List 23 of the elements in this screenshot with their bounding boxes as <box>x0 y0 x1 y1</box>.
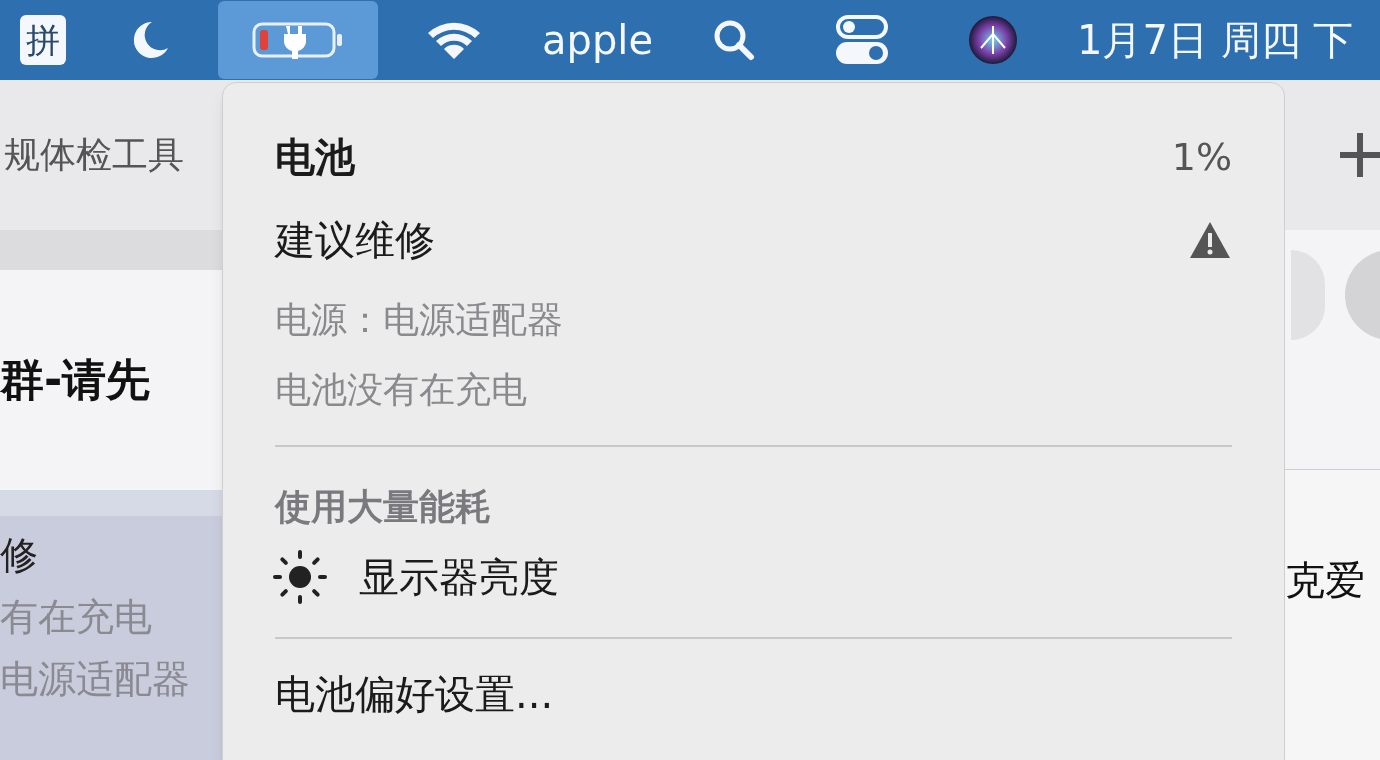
menu-bar-text[interactable]: apple <box>530 1 665 79</box>
plus-icon <box>1340 133 1380 177</box>
menu-title: 电池 <box>275 133 355 182</box>
siri-icon <box>967 14 1019 66</box>
chat-title: 群-请先 <box>0 353 151 407</box>
battery-status-button[interactable] <box>218 1 378 79</box>
input-method-button[interactable]: 拼 <box>8 1 78 79</box>
sun-icon <box>271 548 329 606</box>
battery-percent: 1% <box>1171 133 1232 181</box>
toggle-switches-icon <box>835 14 889 66</box>
menu-bar-text[interactable]: 1月7日 周四 下 <box>1065 1 1366 79</box>
panel-line: 修 <box>0 532 39 579</box>
battery-condition: 建议维修 <box>275 216 435 265</box>
battery-detail: 电源：电源适配器 <box>275 298 564 342</box>
warning-icon <box>1188 220 1232 260</box>
window-title: 规体检工具 <box>3 133 184 177</box>
section-heading: 使用大量能耗 <box>275 485 492 529</box>
panel-line: 有在充电 <box>0 594 153 641</box>
contact-name: 克爱 <box>1285 557 1365 603</box>
preferences-menu-item[interactable]: 电池偏好设置... <box>275 639 554 749</box>
battery-detail: 电池没有在充电 <box>275 368 528 412</box>
panel-line: 电源适配器 <box>0 656 191 703</box>
app-menu-item[interactable]: 显示器亮度 <box>271 537 1232 617</box>
